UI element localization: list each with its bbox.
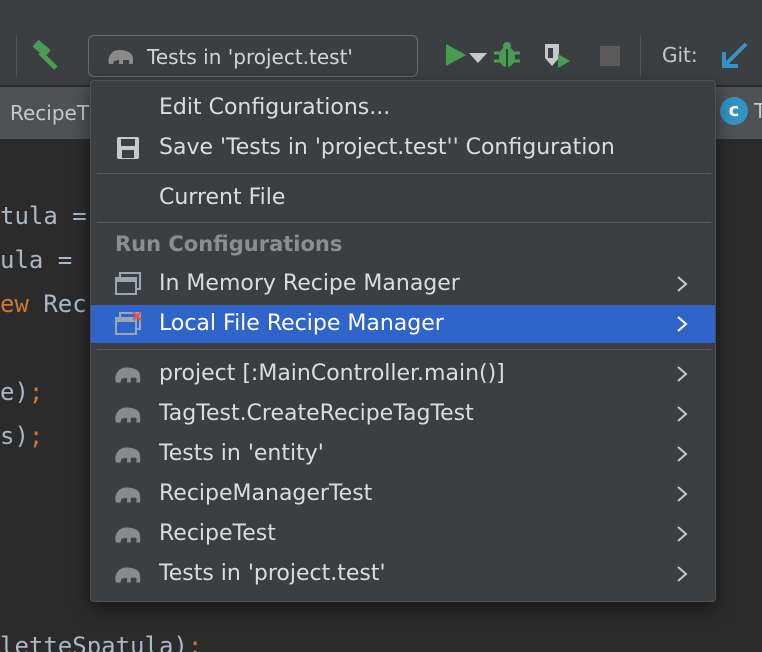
menu-item-edit-configurations[interactable]: Edit Configurations... (91, 89, 715, 127)
menu-item-run-config[interactable]: Tests in 'entity' (91, 435, 715, 473)
gradle-elephant-icon (115, 447, 141, 463)
menu-item-run-config[interactable]: In Memory Recipe Manager (91, 265, 715, 303)
application-config-icon (115, 272, 141, 295)
gradle-elephant-icon (115, 487, 141, 503)
menu-divider (97, 173, 711, 174)
editor-tab[interactable]: c T (712, 87, 762, 139)
menu-item-run-config[interactable]: Tests in 'project.test' (91, 555, 715, 593)
dropdown-arrow-icon (469, 53, 487, 63)
code-line: letteSpatula); (0, 632, 203, 652)
menu-divider (97, 222, 711, 223)
save-floppy-icon (117, 137, 139, 159)
tab-label: RecipeT (10, 101, 90, 125)
gradle-elephant-icon (115, 567, 141, 583)
class-c-icon: c (720, 97, 748, 125)
code-line: ula = (0, 246, 73, 274)
run-configuration-label: Tests in 'project.test' (147, 45, 353, 69)
gradle-elephant-icon (115, 527, 141, 543)
chevron-right-icon (677, 486, 688, 502)
editor-tab[interactable]: RecipeT (0, 87, 100, 139)
chevron-right-icon (677, 276, 688, 292)
menu-item-run-config[interactable]: RecipeTest (91, 515, 715, 553)
menu-item-current-file[interactable]: Current File (91, 179, 715, 217)
menu-item-run-config[interactable]: RecipeManagerTest (91, 475, 715, 513)
code-line: s); (0, 422, 44, 450)
git-update-arrow-icon[interactable] (720, 40, 750, 70)
chevron-right-icon (677, 406, 688, 422)
debug-bug-icon[interactable] (492, 40, 522, 70)
chevron-right-icon (677, 566, 688, 582)
code-line: ew Rec (0, 290, 87, 318)
run-configuration-popup: Edit Configurations... Save 'Tests in 'p… (90, 80, 716, 602)
chevron-right-icon (677, 526, 688, 542)
chevron-right-icon (677, 366, 688, 382)
code-line: tula = (0, 202, 87, 230)
chevron-right-icon (677, 446, 688, 462)
gradle-elephant-icon (115, 407, 141, 423)
chevron-right-icon (677, 316, 688, 332)
main-toolbar: Tests in 'project.test' Git: (0, 0, 762, 86)
build-hammer-icon[interactable] (30, 38, 66, 72)
gradle-elephant-icon (115, 367, 141, 383)
run-configuration-selector[interactable]: Tests in 'project.test' (88, 35, 487, 77)
run-icon[interactable] (440, 40, 470, 70)
git-label: Git: (662, 43, 698, 67)
menu-item-run-config[interactable]: TagTest.CreateRecipeTagTest (91, 395, 715, 433)
tab-label: T (754, 99, 762, 123)
menu-divider (97, 349, 711, 350)
gradle-elephant-icon (108, 50, 133, 64)
stop-icon[interactable] (596, 40, 626, 70)
menu-item-run-config[interactable]: project [:MainController.main()] (91, 355, 715, 393)
application-config-error-icon (115, 311, 142, 335)
run-configurations-header: Run Configurations (115, 232, 343, 256)
toolbar-separator (640, 36, 641, 76)
run-with-coverage-icon[interactable] (542, 40, 572, 70)
toolbar-separator (16, 36, 17, 76)
menu-item-run-config[interactable]: Local File Recipe Manager (91, 305, 715, 343)
code-line: e); (0, 378, 44, 406)
menu-item-save-configuration[interactable]: Save 'Tests in 'project.test'' Configura… (91, 129, 715, 167)
